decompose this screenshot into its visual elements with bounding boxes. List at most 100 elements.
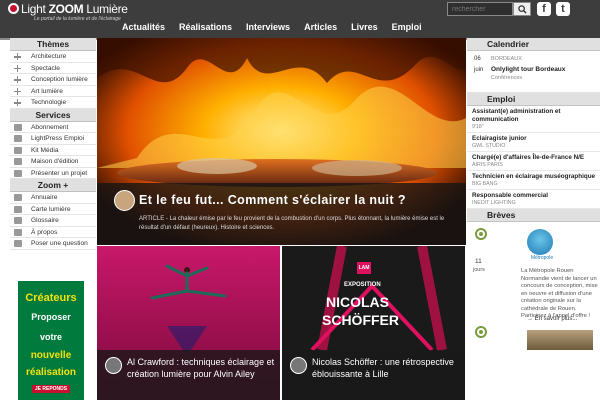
plus-icon [14, 87, 21, 95]
author-avatar [114, 190, 135, 211]
sidebar-item-label: Art lumière [31, 87, 63, 95]
sidebar-item[interactable]: Maison d'édition [10, 156, 96, 168]
job-company: INEDIT LIGHTING [472, 200, 516, 206]
logo-mark-icon [8, 3, 19, 14]
plus-icon [14, 76, 21, 83]
author-avatar [290, 357, 307, 374]
job-company: BIG BANG [472, 181, 498, 187]
sidebar-item-label: LightPress Emploi [31, 135, 85, 142]
sidebar-item-label: Carte lumière [31, 205, 71, 213]
sidebar-item-label: Poser une question [31, 240, 88, 247]
nav-item[interactable]: Actualités [115, 20, 172, 36]
search-button[interactable] [513, 2, 531, 16]
sidebar-item-label: À propos [31, 228, 58, 236]
sidebar-item-label: Conception lumière [31, 76, 88, 83]
sidebar-item-label: Glossaire [31, 217, 59, 224]
sidebar-item[interactable]: Poser une question [10, 238, 96, 250]
job-title[interactable]: Eclairagiste junior [472, 135, 600, 143]
tile-title[interactable]: Al Crawford : techniques éclairage et cr… [127, 356, 277, 380]
plus-icon [14, 64, 21, 72]
breve-photo [527, 330, 593, 350]
ad-line: réalisation [25, 367, 77, 378]
event-city: BORDEAUX [491, 56, 522, 62]
nav-item[interactable]: Interviews [239, 20, 297, 36]
ad-line: votre [39, 332, 62, 342]
service-icon [14, 228, 22, 236]
poster-text: NICOLAS [326, 294, 389, 310]
sidebar-item-label: Abonnement [31, 123, 69, 131]
article-tile[interactable]: Al Crawford : techniques éclairage et cr… [97, 246, 280, 400]
job-title[interactable]: Assistant(e) administration et communica… [472, 108, 600, 124]
job-listing[interactable]: Assistant(e) administration et communica… [467, 106, 600, 133]
zoom-heading: Zoom + [10, 179, 96, 192]
ad-line: Créateurs [25, 292, 77, 304]
news-icon [475, 228, 487, 240]
sidebar-item[interactable]: Spectacle [10, 63, 96, 74]
sidebar-item[interactable]: LightPress Emploi [10, 133, 96, 145]
breve-age-unit: jours [473, 267, 485, 273]
author-avatar [105, 357, 122, 374]
sidebar-item[interactable]: Abonnement [10, 122, 96, 133]
main-nav: Actualités Réalisations Interviews Articles… [115, 20, 429, 36]
featured-article[interactable]: Et le feu fut... Comment s'éclairer la n… [97, 38, 466, 245]
poster-text: EXPOSITION [344, 282, 381, 288]
job-title[interactable]: Responsable commercial [472, 192, 600, 200]
news-icon [475, 326, 487, 338]
sidebar-item-label: Maison d'édition [31, 158, 79, 165]
event-title[interactable]: Onlylight tour Bordeaux [491, 66, 565, 73]
sidebar-item[interactable]: Kit Média [10, 145, 96, 156]
job-company: AIRIS PARIS [472, 162, 503, 168]
nav-item[interactable]: Articles [297, 20, 344, 36]
service-icon [14, 146, 22, 154]
job-listing[interactable]: Technicien en éclairage muséographique BI… [467, 171, 600, 190]
plus-icon [14, 53, 21, 60]
job-company: GWL STUDIO [472, 143, 506, 149]
service-icon [14, 123, 22, 131]
nav-item[interactable]: Livres [344, 20, 385, 36]
job-title[interactable]: Chargé(e) d'affaires Île-de-France N/E [472, 154, 600, 162]
job-listing[interactable]: Responsable commercial INEDIT LIGHTING [467, 190, 600, 209]
job-listing[interactable]: Chargé(e) d'affaires Île-de-France N/E AI… [467, 152, 600, 171]
calendar-event[interactable]: 06 juin BORDEAUX Onlylight tour Bordeaux… [467, 51, 600, 93]
sidebar-item[interactable]: À propos [10, 227, 96, 238]
services-heading: Services [10, 108, 96, 122]
breves-item[interactable]: 11 jours Métropole La Métropole Rouen No… [467, 222, 600, 350]
job-listing[interactable]: Eclairagiste junior GWL STUDIO [467, 133, 600, 152]
job-title[interactable]: Technicien en éclairage muséographique [472, 173, 600, 181]
search-icon [518, 5, 527, 14]
event-month: juin [474, 67, 484, 73]
event-type: Conférences [491, 75, 523, 81]
sidebar-item[interactable]: Présenter un projet [10, 168, 96, 179]
left-sidebar: Thèmes Architecture Spectacle Conception l… [10, 38, 96, 400]
nav-item[interactable]: Emploi [385, 20, 429, 36]
article-tile[interactable]: LAM EXPOSITION NICOLAS SCHÖFFER Nicolas … [282, 246, 465, 400]
twitter-icon[interactable]: t [556, 2, 570, 16]
ad-line: nouvelle [30, 350, 72, 361]
sidebar-item[interactable]: Annuaire [10, 192, 96, 204]
sidebar-item-label: Spectacle [31, 64, 60, 72]
ad-badge: JE REPONDS [31, 385, 71, 393]
service-icon [14, 169, 22, 177]
sidebar-item-label: Technologie [31, 99, 67, 106]
sidebar-item[interactable]: Conception lumière [10, 74, 96, 86]
sidebar-item[interactable]: Glossaire [10, 215, 96, 227]
themes-heading: Thèmes [10, 38, 96, 51]
metropole-logo-text: Métropole [530, 255, 554, 261]
nav-item[interactable]: Réalisations [172, 20, 239, 36]
service-icon [14, 217, 22, 224]
creators-ad-banner[interactable]: Créateurs Proposer votre nouvelle réalis… [18, 281, 84, 400]
sidebar-item[interactable]: Art lumière [10, 86, 96, 97]
sidebar-item[interactable]: Technologie [10, 97, 96, 109]
service-icon [14, 194, 22, 201]
sidebar-item[interactable]: Architecture [10, 51, 96, 63]
hero-title[interactable]: Et le feu fut... Comment s'éclairer la n… [139, 193, 406, 207]
search-input[interactable] [447, 2, 513, 16]
plus-icon [14, 99, 21, 106]
read-more-link[interactable]: → En savoir plus... [527, 316, 577, 322]
sidebar-item-label: Architecture [31, 53, 67, 60]
sidebar-item[interactable]: Carte lumière [10, 204, 96, 215]
facebook-icon[interactable]: f [537, 2, 551, 16]
lam-logo: LAM [357, 262, 371, 274]
tile-title[interactable]: Nicolas Schöffer : une rétrospective ébl… [312, 356, 462, 380]
ad-line: Proposer [31, 312, 71, 322]
